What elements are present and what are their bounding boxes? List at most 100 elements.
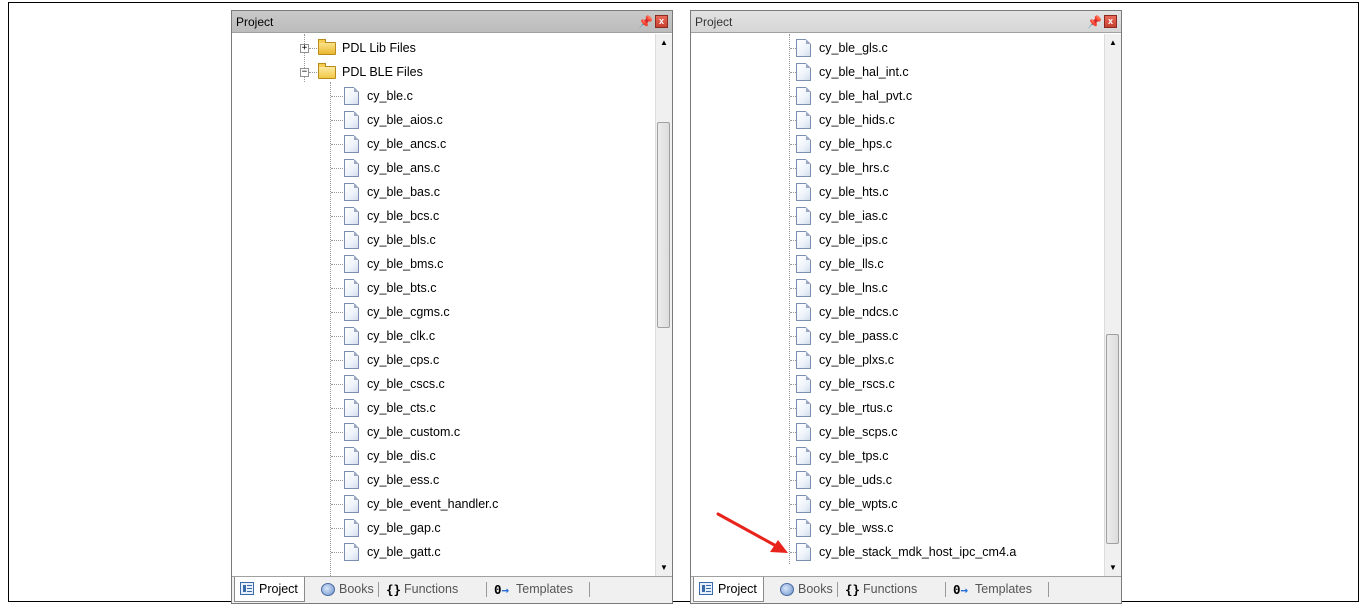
tree-file-row[interactable]: cy_ble_bcs.c	[232, 204, 655, 228]
tab-templates[interactable]: 0→ Templates	[953, 578, 1032, 601]
tree-file-row[interactable]: cy_ble.c	[232, 84, 655, 108]
tree-file-row[interactable]: cy_ble_bas.c	[232, 180, 655, 204]
tree-branch-line	[331, 240, 343, 241]
tree-file-row[interactable]: cy_ble_ips.c	[691, 228, 1104, 252]
tree-file-row[interactable]: cy_ble_plxs.c	[691, 348, 1104, 372]
file-icon	[796, 255, 811, 273]
tab-functions[interactable]: {} Functions	[386, 578, 458, 601]
tree-file-row[interactable]: cy_ble_bts.c	[232, 276, 655, 300]
panel-title: Project	[236, 15, 274, 29]
tree-file-row[interactable]: cy_ble_ans.c	[232, 156, 655, 180]
tree-file-row[interactable]: cy_ble_hrs.c	[691, 156, 1104, 180]
tree-file-row[interactable]: cy_ble_gls.c	[691, 36, 1104, 60]
tree-branch-line	[331, 120, 343, 121]
file-icon	[796, 351, 811, 369]
tree-file-row[interactable]: cy_ble_ias.c	[691, 204, 1104, 228]
tree-file-row[interactable]: cy_ble_lls.c	[691, 252, 1104, 276]
tree-branch-line	[309, 72, 317, 73]
scroll-down-button[interactable]: ▼	[656, 559, 672, 576]
scroll-up-button[interactable]: ▲	[1105, 34, 1121, 51]
tree-file-row[interactable]: cy_ble_gatt.c	[232, 540, 655, 564]
file-icon	[344, 543, 359, 561]
tree-file-row[interactable]: cy_ble_ess.c	[232, 468, 655, 492]
tree-folder-row[interactable]: + PDL Lib Files	[232, 36, 655, 60]
tree-file-row[interactable]: cy_ble_dis.c	[232, 444, 655, 468]
tree-file-row[interactable]: cy_ble_cts.c	[232, 396, 655, 420]
tree-file-label: cy_ble_pass.c	[819, 329, 899, 343]
tree-file-row[interactable]: cy_ble_hids.c	[691, 108, 1104, 132]
tree-file-row[interactable]: cy_ble_stack_mdk_host_ipc_cm4.a	[691, 540, 1104, 564]
tree-file-label: cy_ble_gatt.c	[367, 545, 441, 559]
tree-file-row[interactable]: cy_ble_bms.c	[232, 252, 655, 276]
tree-file-row[interactable]: cy_ble_cscs.c	[232, 372, 655, 396]
tab-project[interactable]: Project	[234, 577, 305, 602]
pin-icon[interactable]: 📌	[1087, 15, 1102, 29]
vertical-scrollbar[interactable]: ▲ ▼	[1104, 34, 1121, 576]
scroll-up-button[interactable]: ▲	[656, 34, 672, 51]
tree-file-row[interactable]: cy_ble_ndcs.c	[691, 300, 1104, 324]
tree-file-row[interactable]: cy_ble_tps.c	[691, 444, 1104, 468]
file-icon	[344, 399, 359, 417]
pin-icon[interactable]: 📌	[638, 15, 653, 29]
tree-file-row[interactable]: cy_ble_aios.c	[232, 108, 655, 132]
tree-file-row[interactable]: cy_ble_hal_int.c	[691, 60, 1104, 84]
tree-file-row[interactable]: cy_ble_uds.c	[691, 468, 1104, 492]
tree-file-label: cy_ble_ans.c	[367, 161, 440, 175]
close-icon[interactable]: x	[1104, 15, 1117, 28]
scroll-down-button[interactable]: ▼	[1105, 559, 1121, 576]
tree-file-label: cy_ble_hal_int.c	[819, 65, 909, 79]
tree-file-row[interactable]: cy_ble_pass.c	[691, 324, 1104, 348]
tree-folder-label: PDL Lib Files	[342, 41, 416, 55]
tree-file-label: cy_ble_clk.c	[367, 329, 436, 343]
tree-file-row[interactable]: cy_ble_hts.c	[691, 180, 1104, 204]
file-icon	[344, 87, 359, 105]
file-icon	[796, 303, 811, 321]
tree-file-row[interactable]: cy_ble_hal_pvt.c	[691, 84, 1104, 108]
tree-file-row[interactable]: cy_ble_wpts.c	[691, 492, 1104, 516]
tab-functions[interactable]: {} Functions	[845, 578, 917, 601]
tree-file-row[interactable]: cy_ble_rtus.c	[691, 396, 1104, 420]
tree-file-row[interactable]: cy_ble_cgms.c	[232, 300, 655, 324]
tree-file-row[interactable]: cy_ble_gap.c	[232, 516, 655, 540]
tab-books[interactable]: Books	[780, 578, 833, 601]
tree-file-label: cy_ble_ips.c	[819, 233, 888, 247]
tree-file-label: cy_ble_dis.c	[367, 449, 436, 463]
expand-icon[interactable]: +	[300, 44, 309, 53]
project-icon	[699, 582, 713, 595]
scroll-thumb[interactable]	[1106, 334, 1119, 544]
scroll-thumb[interactable]	[657, 122, 670, 328]
panel-title: Project	[695, 15, 733, 29]
tree-file-label: cy_ble_aios.c	[367, 113, 443, 127]
tree-file-row[interactable]: cy_ble_rscs.c	[691, 372, 1104, 396]
tree-file-label: cy_ble_rtus.c	[819, 401, 893, 415]
tab-books[interactable]: Books	[321, 578, 374, 601]
tree-file-row[interactable]: cy_ble_event_handler.c	[232, 492, 655, 516]
panel-titlebar: Project 📌 x	[691, 11, 1121, 33]
tree-file-row[interactable]: cy_ble_custom.c	[232, 420, 655, 444]
tree-folder-row[interactable]: − PDL BLE Files	[232, 60, 655, 84]
tree-file-row[interactable]: cy_ble_hps.c	[691, 132, 1104, 156]
file-icon	[344, 135, 359, 153]
close-icon[interactable]: x	[655, 15, 668, 28]
tree-file-label: cy_ble_lls.c	[819, 257, 884, 271]
tab-label: Books	[798, 582, 833, 596]
tree-file-row[interactable]: cy_ble_scps.c	[691, 420, 1104, 444]
tree-file-row[interactable]: cy_ble_clk.c	[232, 324, 655, 348]
collapse-icon[interactable]: −	[300, 68, 309, 77]
file-icon	[796, 399, 811, 417]
tree-file-label: cy_ble_ias.c	[819, 209, 888, 223]
tree-branch-line	[331, 480, 343, 481]
tree-file-label: cy_ble_event_handler.c	[367, 497, 499, 511]
books-icon	[321, 583, 335, 596]
tree-file-row[interactable]: cy_ble_cps.c	[232, 348, 655, 372]
tab-project[interactable]: Project	[693, 577, 764, 602]
tree-file-row[interactable]: cy_ble_bls.c	[232, 228, 655, 252]
vertical-scrollbar[interactable]: ▲ ▼	[655, 34, 672, 576]
tab-templates[interactable]: 0→ Templates	[494, 578, 573, 601]
tree-file-row[interactable]: cy_ble_lns.c	[691, 276, 1104, 300]
panel-tabbar: Project Books {} Functions 0→ Templates	[691, 576, 1121, 603]
tree-file-row[interactable]: cy_ble_wss.c	[691, 516, 1104, 540]
tree-file-row[interactable]: cy_ble_ancs.c	[232, 132, 655, 156]
file-icon	[796, 471, 811, 489]
tree-branch-line	[331, 96, 343, 97]
